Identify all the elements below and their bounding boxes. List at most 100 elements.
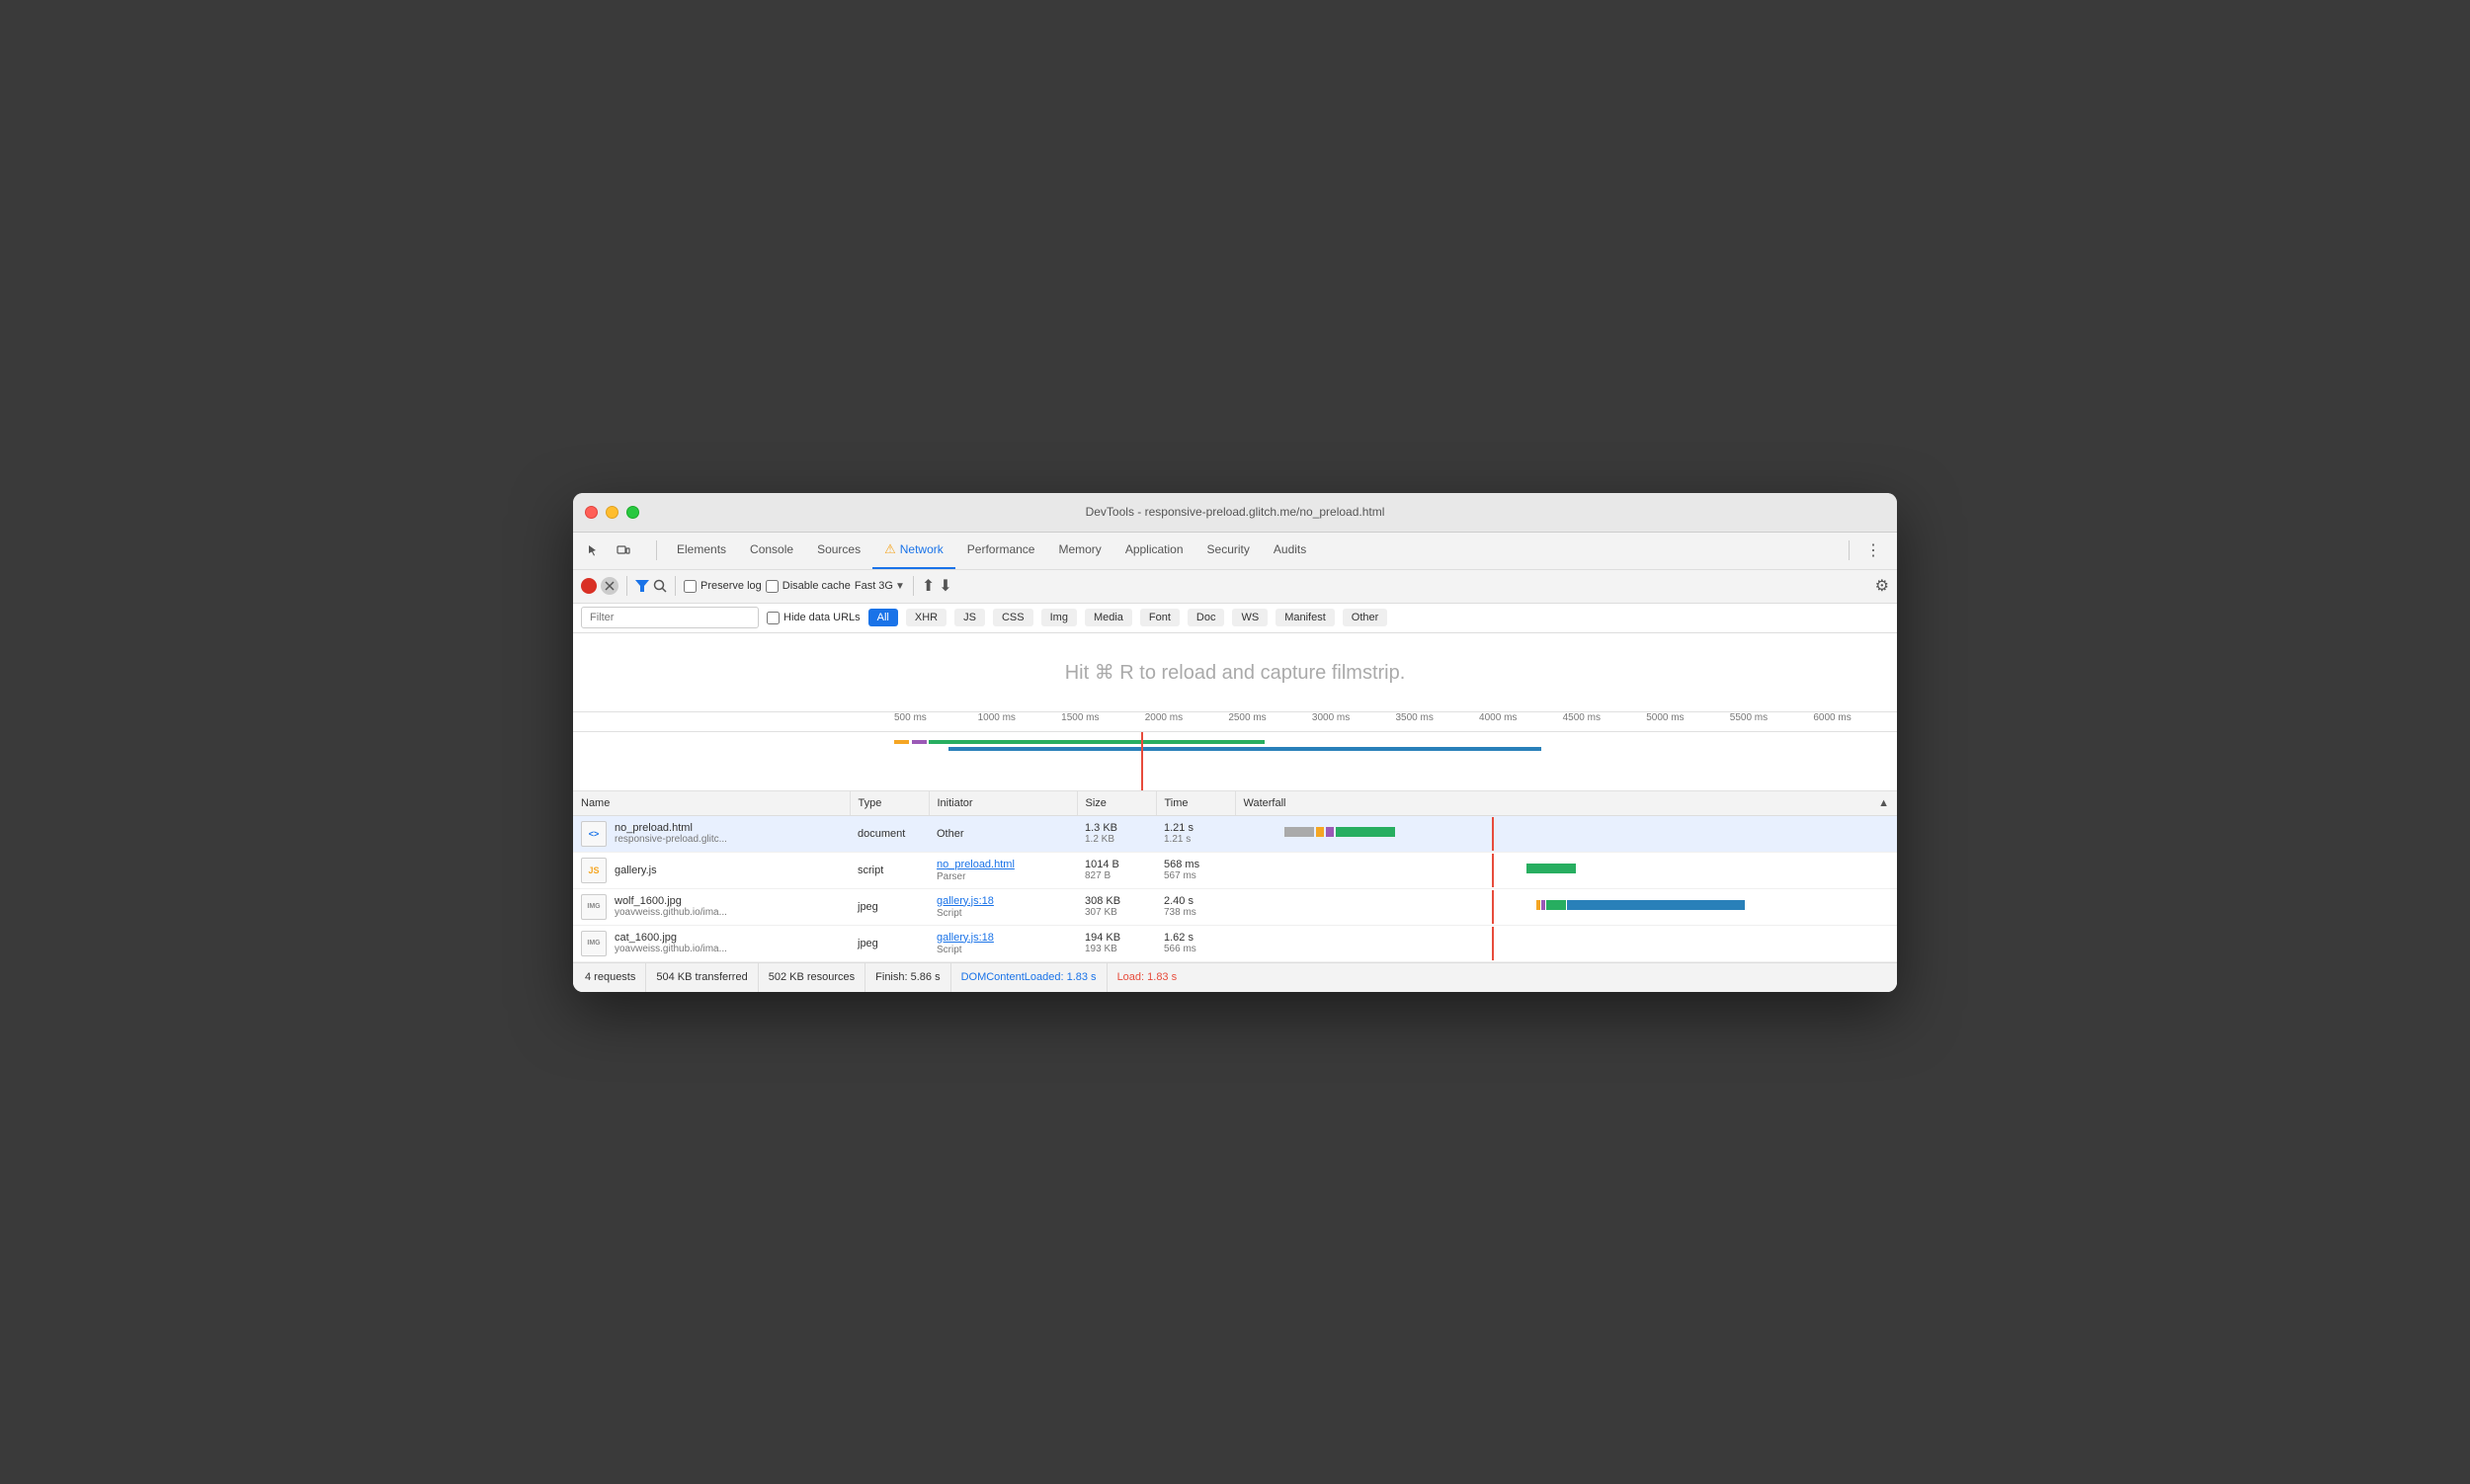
cell-initiator-2: no_preload.html Parser [929,852,1077,888]
cell-waterfall-2 [1235,852,1897,888]
initiator-link-2[interactable]: no_preload.html [937,859,1015,870]
col-header-name[interactable]: Name [573,791,850,816]
preserve-log-label[interactable]: Preserve log [684,580,762,593]
tab-application[interactable]: Application [1113,532,1195,569]
cell-type-1: document [850,815,929,852]
wf-red-line-3 [1492,890,1494,924]
tab-memory[interactable]: Memory [1046,532,1112,569]
throttle-dropdown[interactable]: Fast 3G ▼ [855,580,905,592]
ruler-label-3500: 3500 ms [1395,712,1479,731]
network-table: Name Type Initiator Size Time Waterfall … [573,791,1897,962]
cell-initiator-4: gallery.js:18 Script [929,925,1077,961]
cell-waterfall-4 [1235,925,1897,961]
minimize-button[interactable] [606,506,618,519]
col-header-time[interactable]: Time [1156,791,1235,816]
export-button[interactable]: ⬇ [939,576,951,596]
cell-name-2: JS gallery.js [573,852,850,888]
status-resources: 502 KB resources [759,963,865,992]
filter-btn-font[interactable]: Font [1140,609,1180,626]
more-tabs-button[interactable]: ⋮ [1857,540,1889,560]
preserve-log-checkbox[interactable] [684,580,697,593]
filter-btn-xhr[interactable]: XHR [906,609,947,626]
filter-btn-doc[interactable]: Doc [1188,609,1225,626]
timeline-red-line [1141,732,1143,791]
close-button[interactable] [585,506,598,519]
filter-btn-js[interactable]: JS [954,609,985,626]
tab-performance[interactable]: Performance [955,532,1047,569]
hide-data-urls-label[interactable]: Hide data URLs [767,612,861,624]
tab-divider-1 [656,540,657,560]
filter-btn-media[interactable]: Media [1085,609,1132,626]
maximize-button[interactable] [626,506,639,519]
toolbar-divider-3 [913,576,914,596]
cell-name-3: IMG wolf_1600.jpg yoavweiss.github.io/im… [573,888,850,925]
wf-bar-gray [1284,827,1314,837]
table-row[interactable]: <> no_preload.html responsive-preload.gl… [573,815,1897,852]
cell-type-2: script [850,852,929,888]
col-header-initiator[interactable]: Initiator [929,791,1077,816]
record-button[interactable] [581,578,597,594]
filter-input[interactable] [581,607,759,628]
table-row[interactable]: IMG wolf_1600.jpg yoavweiss.github.io/im… [573,888,1897,925]
hide-data-checkbox[interactable] [767,612,780,624]
wf-bar-o [1536,900,1540,910]
filter-btn-css[interactable]: CSS [993,609,1033,626]
cell-time-3: 2.40 s 738 ms [1156,888,1235,925]
wf-bar-p [1541,900,1545,910]
fileurl-4: yoavweiss.github.io/ima... [615,944,727,954]
disable-cache-label[interactable]: Disable cache [766,580,851,593]
status-domcontent: DOMContentLoaded: 1.83 s [951,963,1108,992]
ruler-label-4000: 4000 ms [1479,712,1563,731]
status-bar: 4 requests 504 KB transferred 502 KB res… [573,962,1897,992]
device-toggle-icon[interactable] [611,537,636,563]
filename-1: no_preload.html [615,822,727,834]
tab-audits[interactable]: Audits [1262,532,1318,569]
filter-btn-ws[interactable]: WS [1232,609,1268,626]
col-header-type[interactable]: Type [850,791,929,816]
initiator-sub-4: Script [937,945,962,955]
tab-console[interactable]: Console [738,532,805,569]
cell-size-4: 194 KB 193 KB [1077,925,1156,961]
initiator-link-4[interactable]: gallery.js:18 [937,932,994,944]
cell-initiator-1: Other [929,815,1077,852]
network-toolbar: Preserve log Disable cache Fast 3G ▼ ⬆ ⬇… [573,570,1897,604]
initiator-sub-3: Script [937,908,962,919]
clear-button[interactable] [601,577,618,595]
ruler-label-3000: 3000 ms [1312,712,1396,731]
tab-elements[interactable]: Elements [665,532,738,569]
wf-bar-g [1546,900,1566,910]
cursor-icon[interactable] [581,537,607,563]
filter-btn-img[interactable]: Img [1041,609,1077,626]
filter-btn-manifest[interactable]: Manifest [1276,609,1335,626]
ruler-label-5000: 5000 ms [1646,712,1730,731]
tab-network[interactable]: ⚠ Network [872,532,955,569]
tab-sources[interactable]: Sources [805,532,872,569]
status-requests: 4 requests [585,963,646,992]
filter-btn-all[interactable]: All [868,609,898,626]
filter-icon[interactable] [635,580,649,592]
table-row[interactable]: JS gallery.js script no_preload.html [573,852,1897,888]
settings-icon[interactable]: ⚙ [1875,576,1889,596]
devtools-window: DevTools - responsive-preload.glitch.me/… [573,493,1897,992]
ruler-labels: 500 ms 1000 ms 1500 ms 2000 ms 2500 ms 3… [573,712,1897,732]
disable-cache-checkbox[interactable] [766,580,779,593]
initiator-link-3[interactable]: gallery.js:18 [937,895,994,907]
table-row[interactable]: IMG cat_1600.jpg yoavweiss.github.io/ima… [573,925,1897,961]
ruler-label-1500: 1500 ms [1061,712,1145,731]
throttle-arrow-icon: ▼ [895,581,905,592]
timeline-bar-purple [912,740,927,744]
wf-red-line-4 [1492,927,1494,960]
cell-waterfall-1 [1235,815,1897,852]
js-file-icon: JS [581,858,607,883]
tab-security[interactable]: Security [1195,532,1262,569]
filter-btn-other[interactable]: Other [1343,609,1388,626]
wf-bars-3 [1536,900,1745,910]
search-icon[interactable] [653,579,667,593]
timeline-ruler: 500 ms 1000 ms 1500 ms 2000 ms 2500 ms 3… [573,712,1897,791]
col-header-size[interactable]: Size [1077,791,1156,816]
cell-time-2: 568 ms 567 ms [1156,852,1235,888]
import-button[interactable]: ⬆ [922,576,935,596]
cell-type-4: jpeg [850,925,929,961]
col-header-waterfall[interactable]: Waterfall ▲ [1235,791,1897,816]
table-header-row: Name Type Initiator Size Time Waterfall … [573,791,1897,816]
